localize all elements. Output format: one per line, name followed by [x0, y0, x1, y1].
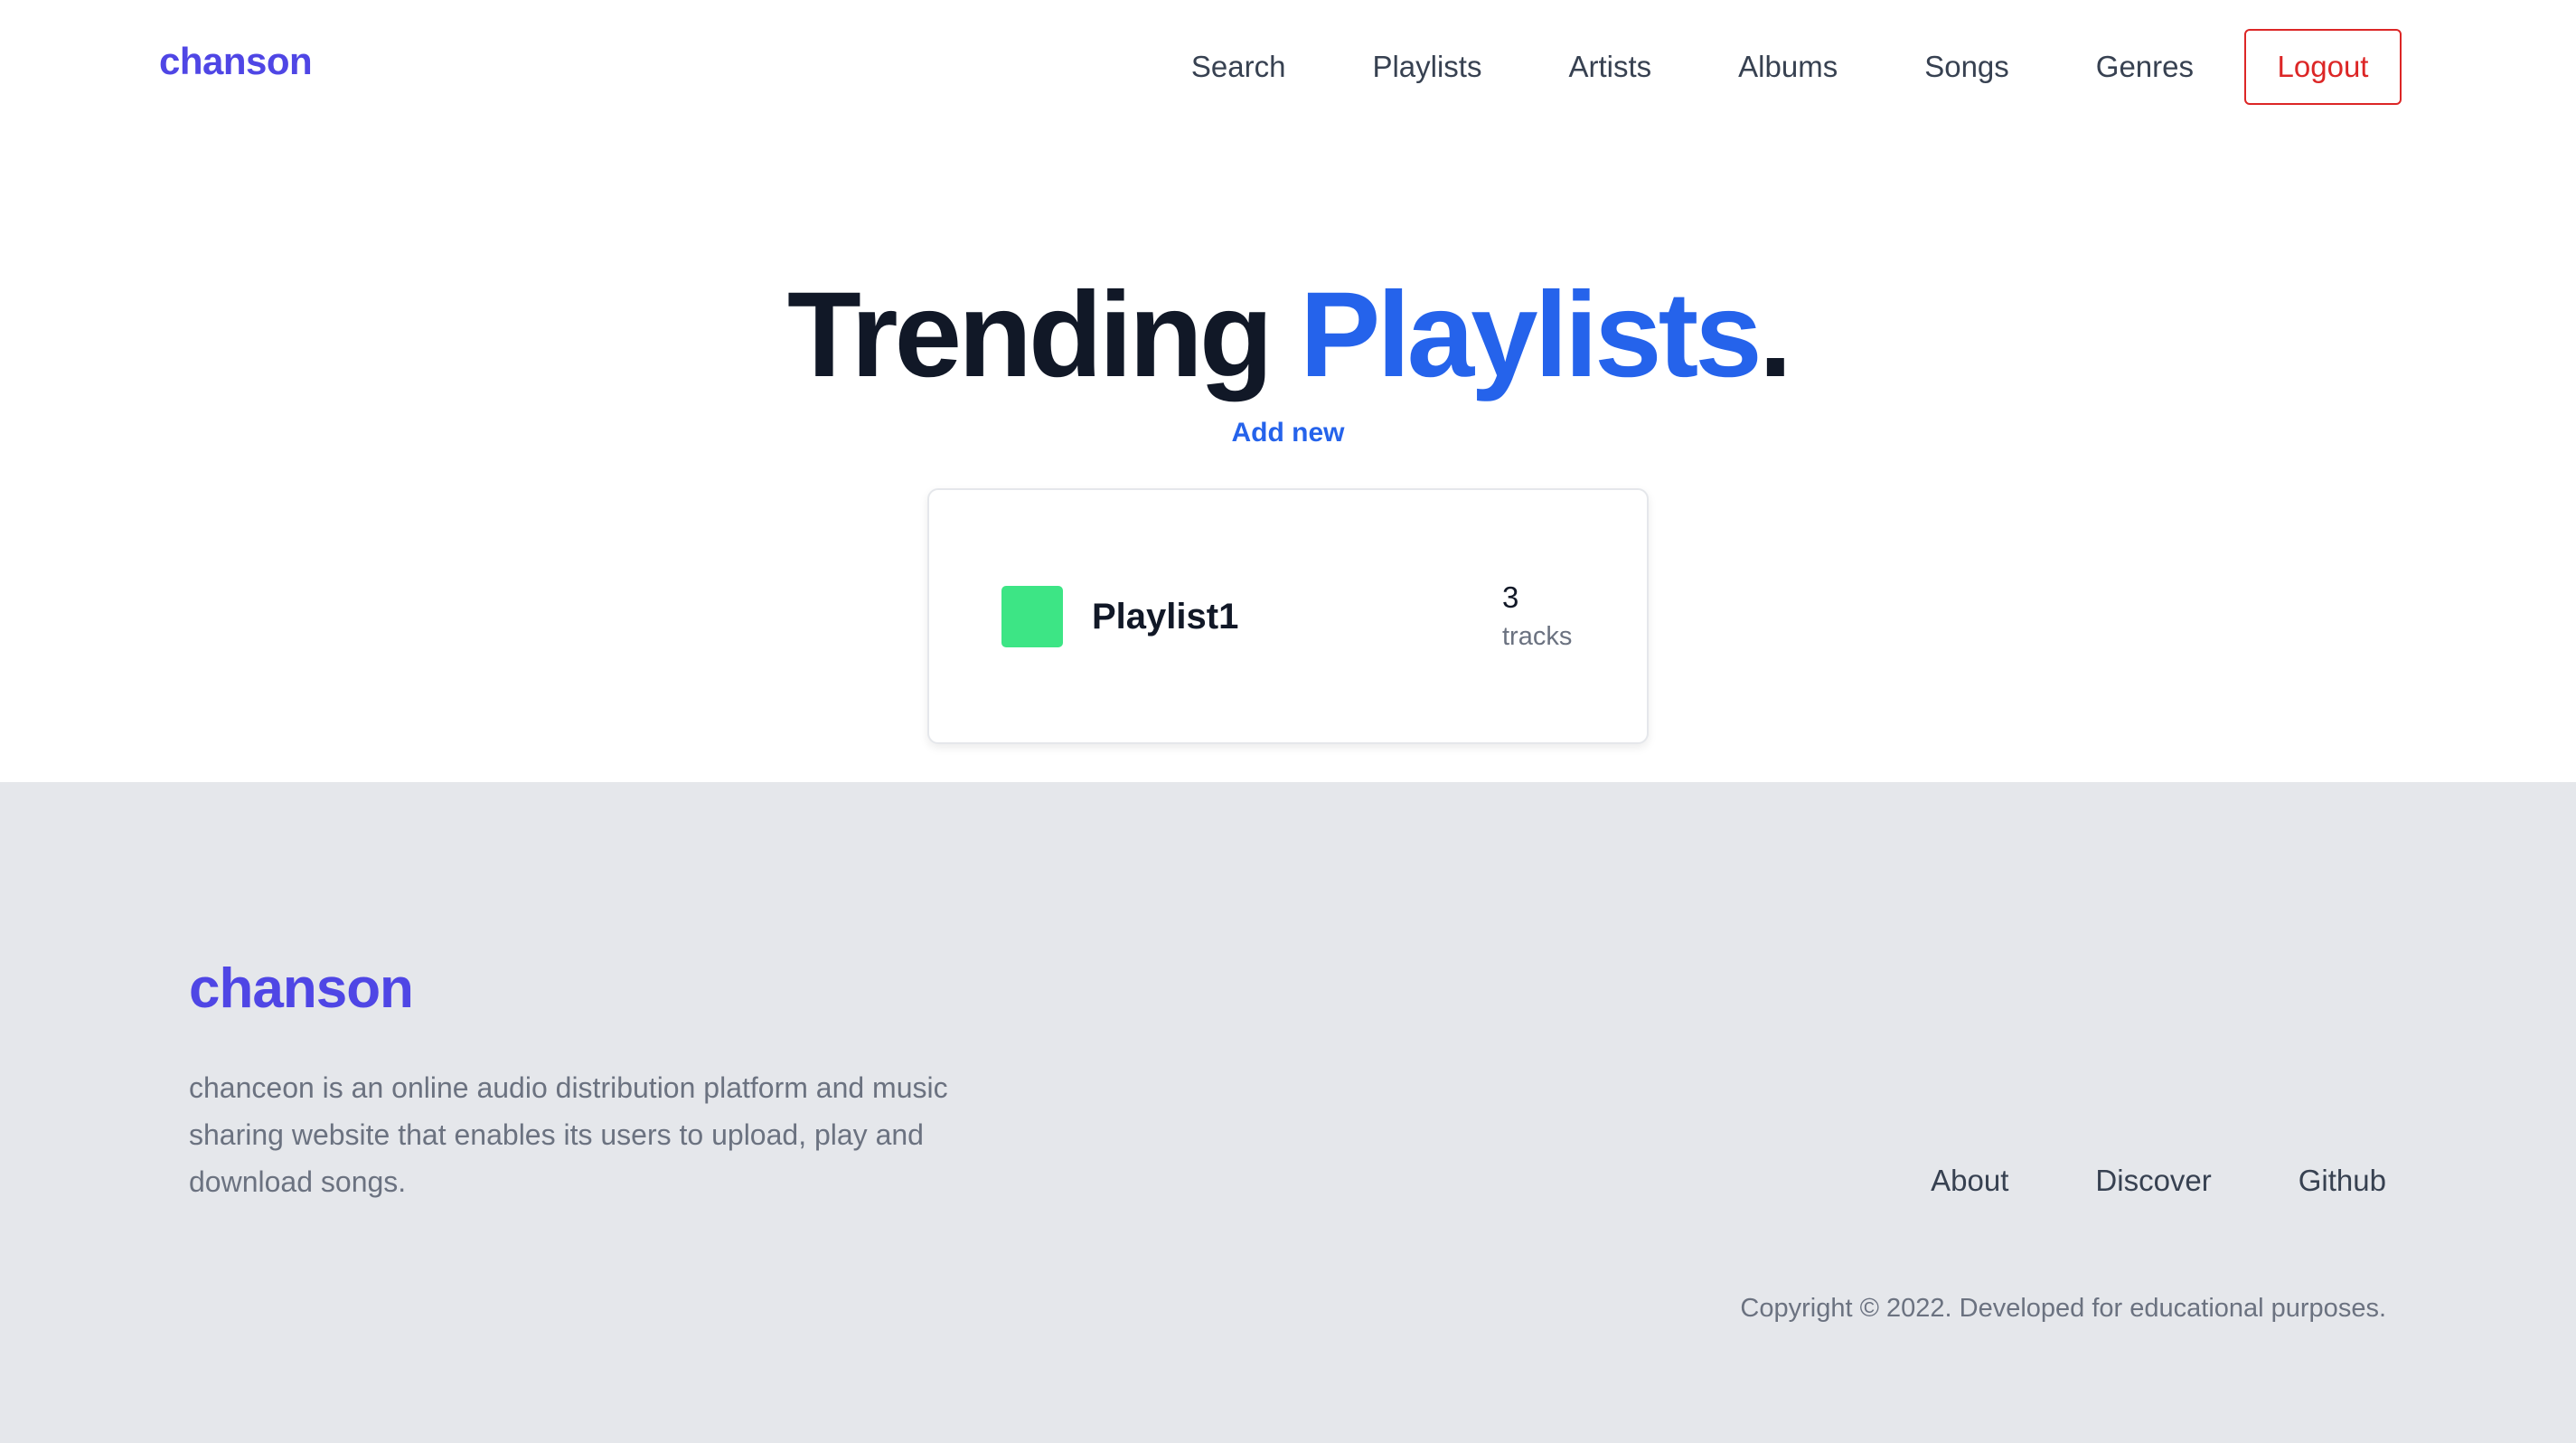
playlist-card[interactable]: Playlist1 3 tracks — [927, 488, 1649, 744]
footer-description: chanceon is an online audio distribution… — [189, 1071, 948, 1198]
top-navbar: chanson Search Playlists Artists Albums … — [0, 0, 2576, 136]
footer-link-about[interactable]: About — [1931, 1164, 2008, 1198]
playlist-track-label: tracks — [1502, 622, 1573, 651]
nav-link-genres[interactable]: Genres — [2096, 30, 2194, 104]
page-title-period: . — [1758, 268, 1792, 402]
page-title: Trending Playlists. — [0, 268, 2576, 403]
playlist-color-swatch — [1001, 586, 1063, 647]
page-title-main: Trending — [786, 268, 1274, 402]
nav-link-search[interactable]: Search — [1191, 30, 1286, 104]
main-nav: Search Playlists Artists Albums Songs Ge… — [1191, 29, 2402, 105]
playlist-track-count: 3 — [1502, 580, 1519, 614]
footer: chanson chanceon is an online audio dist… — [0, 782, 2576, 1443]
logout-button[interactable]: Logout — [2244, 29, 2402, 105]
nav-link-artists[interactable]: Artists — [1568, 30, 1651, 104]
footer-copyright: Copyright © 2022. Developed for educatio… — [1740, 1294, 2386, 1323]
playlist-name: Playlist1 — [1092, 597, 1239, 637]
nav-link-albums[interactable]: Albums — [1738, 30, 1838, 104]
brand-logo-link[interactable]: chanson — [159, 40, 313, 83]
page: chanson Search Playlists Artists Albums … — [0, 0, 2576, 1443]
footer-brand-logo: chanson — [189, 957, 414, 1020]
page-title-accent: Playlists — [1299, 268, 1763, 402]
footer-nav: About Discover Github — [1844, 1164, 2386, 1198]
nav-link-playlists[interactable]: Playlists — [1372, 30, 1481, 104]
nav-link-songs[interactable]: Songs — [1924, 30, 2009, 104]
footer-link-github[interactable]: Github — [2299, 1164, 2386, 1198]
footer-link-discover[interactable]: Discover — [2095, 1164, 2211, 1198]
add-new-playlist-link[interactable]: Add new — [0, 418, 2576, 448]
